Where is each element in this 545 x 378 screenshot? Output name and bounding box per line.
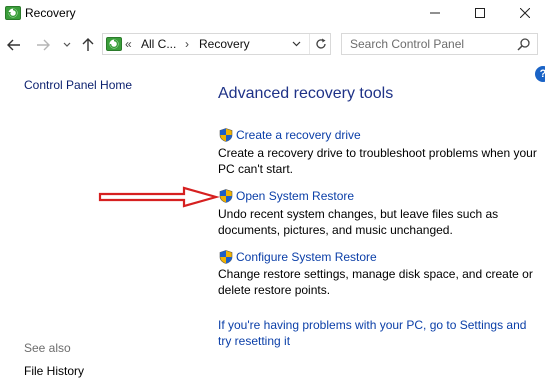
- annotation-arrow-icon: [98, 186, 220, 208]
- refresh-button[interactable]: [309, 34, 331, 54]
- open-system-restore-description: Undo recent system changes, but leave fi…: [218, 207, 499, 237]
- minimize-button[interactable]: [412, 0, 457, 26]
- configure-system-restore-description: Change restore settings, manage disk spa…: [218, 267, 533, 297]
- chevron-down-icon: [292, 41, 301, 47]
- search-icon[interactable]: [517, 37, 531, 51]
- address-dropdown-button[interactable]: [292, 36, 301, 50]
- window-title: Recovery: [25, 6, 76, 20]
- up-arrow-icon: [82, 38, 94, 51]
- close-button[interactable]: [502, 0, 545, 26]
- maximize-button[interactable]: [457, 0, 502, 26]
- page-heading: Advanced recovery tools: [218, 85, 394, 102]
- uac-shield-icon: [219, 189, 233, 203]
- chevron-down-icon: [63, 42, 71, 47]
- recent-locations-button[interactable]: [62, 35, 72, 55]
- control-panel-home-link[interactable]: Control Panel Home: [24, 78, 132, 92]
- uac-shield-icon: [219, 128, 233, 142]
- reset-pc-settings-link[interactable]: If you're having problems with your PC, …: [218, 317, 538, 349]
- up-button[interactable]: [80, 35, 96, 55]
- close-icon: [519, 8, 530, 18]
- see-also-label: See also: [24, 341, 71, 355]
- forward-arrow-icon: [37, 39, 50, 51]
- uac-shield-icon: [219, 250, 233, 264]
- breadcrumb-recovery[interactable]: Recovery: [199, 37, 250, 51]
- open-system-restore-link[interactable]: Open System Restore: [236, 189, 354, 203]
- help-icon[interactable]: ?: [535, 66, 545, 82]
- search-box[interactable]: Search Control Panel: [341, 33, 538, 55]
- forward-button[interactable]: [35, 35, 51, 55]
- configure-system-restore-link[interactable]: Configure System Restore: [236, 250, 377, 264]
- refresh-icon: [315, 38, 326, 49]
- create-recovery-drive-link[interactable]: Create a recovery drive: [236, 128, 361, 142]
- address-overflow-chevron[interactable]: «: [125, 37, 132, 51]
- maximize-icon: [474, 8, 485, 18]
- minimize-icon: [429, 12, 440, 14]
- control-panel-icon: [106, 37, 122, 51]
- file-history-link[interactable]: File History: [24, 364, 84, 378]
- address-bar[interactable]: « All C... › Recovery: [102, 33, 331, 55]
- breadcrumb-all-control-panel[interactable]: All C...: [141, 37, 176, 51]
- back-button[interactable]: [6, 35, 22, 55]
- search-input[interactable]: Search Control Panel: [350, 37, 464, 51]
- title-bar: Recovery: [0, 0, 545, 28]
- create-recovery-drive-description: Create a recovery drive to troubleshoot …: [218, 146, 537, 176]
- breadcrumb-separator[interactable]: ›: [185, 37, 189, 51]
- recovery-app-icon: [5, 6, 21, 20]
- back-arrow-icon: [7, 39, 20, 51]
